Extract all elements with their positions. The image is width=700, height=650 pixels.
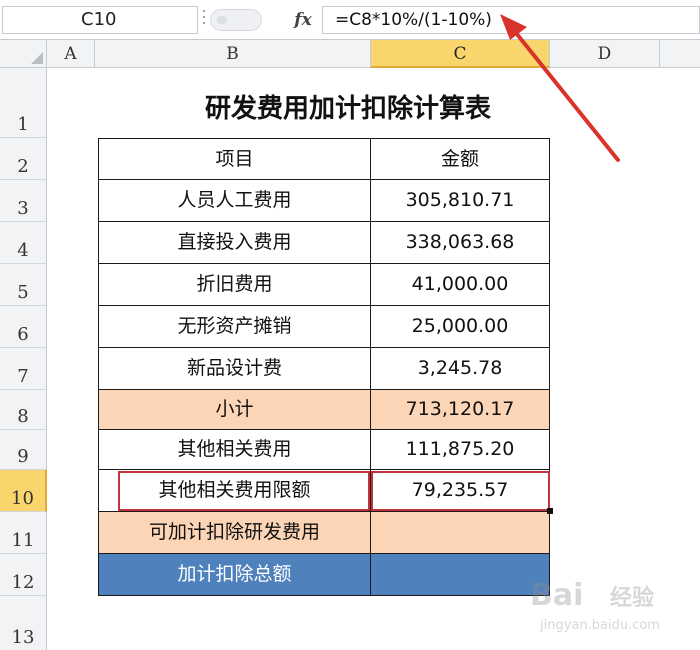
item-value-cell[interactable]: 305,810.71: [371, 180, 550, 222]
row-header-5[interactable]: 5: [0, 264, 47, 306]
name-box[interactable]: C10: [2, 6, 198, 34]
row-header-11[interactable]: 11: [0, 512, 47, 554]
column-header-c[interactable]: C: [371, 40, 550, 68]
column-header-blank: [660, 40, 700, 68]
row-header-10[interactable]: 10: [0, 470, 47, 512]
formula-input[interactable]: =C8*10%/(1-10%): [322, 6, 700, 34]
row-header-13[interactable]: 13: [0, 596, 47, 650]
header-item-cell[interactable]: 项目: [98, 138, 371, 180]
row-header-9[interactable]: 9: [0, 430, 47, 470]
name-box-resize-handle[interactable]: [200, 6, 208, 34]
item-label-cell[interactable]: 无形资产摊销: [98, 306, 371, 348]
item-value-cell[interactable]: 3,245.78: [371, 348, 550, 390]
header-amount-cell[interactable]: 金额: [371, 138, 550, 180]
row-header-3[interactable]: 3: [0, 180, 47, 222]
item-label-cell[interactable]: 其他相关费用: [98, 430, 371, 470]
row-header-12[interactable]: 12: [0, 554, 47, 596]
active-cell-highlight-box: [371, 471, 550, 511]
deductible-label-cell[interactable]: 可加计扣除研发费用: [98, 512, 371, 554]
total-value-cell[interactable]: [371, 554, 550, 596]
expand-handle-icon: [217, 16, 227, 24]
row-header-4[interactable]: 4: [0, 222, 47, 264]
row-header-2[interactable]: 2: [0, 138, 47, 180]
item-value-cell[interactable]: 111,875.20: [371, 430, 550, 470]
item-label-cell[interactable]: 直接投入费用: [98, 222, 371, 264]
watermark-suffix: 经验: [610, 586, 655, 611]
select-all-triangle-icon: [31, 52, 43, 64]
item-value-cell[interactable]: 41,000.00: [371, 264, 550, 306]
row-header-6[interactable]: 6: [0, 306, 47, 348]
sheet-title: 研发费用加计扣除计算表: [204, 94, 491, 124]
insert-function-icon[interactable]: fx: [288, 8, 318, 32]
baidu-jingyan-watermark: Bai 经验 jingyan.baidu.com: [530, 572, 680, 642]
deductible-value-cell[interactable]: [371, 512, 550, 554]
column-header-b[interactable]: B: [95, 40, 371, 68]
total-label-cell[interactable]: 加计扣除总额: [98, 554, 371, 596]
subtotal-value-cell[interactable]: 713,120.17: [371, 390, 550, 430]
row-header-8[interactable]: 8: [0, 390, 47, 430]
row-header-1[interactable]: 1: [0, 68, 47, 138]
fill-handle[interactable]: [547, 508, 553, 514]
row-header-7[interactable]: 7: [0, 348, 47, 390]
column-header-a[interactable]: A: [47, 40, 95, 68]
item-label-cell[interactable]: 折旧费用: [98, 264, 371, 306]
item-label-cell[interactable]: 人员人工费用: [98, 180, 371, 222]
item-value-cell[interactable]: 338,063.68: [371, 222, 550, 264]
item-label-cell[interactable]: 新品设计费: [98, 348, 371, 390]
annotation-highlight-box: [118, 471, 370, 511]
item-value-cell[interactable]: 25,000.00: [371, 306, 550, 348]
watermark-url: jingyan.baidu.com: [540, 618, 660, 633]
watermark-brand: Bai: [530, 578, 584, 613]
subtotal-label-cell[interactable]: 小计: [98, 390, 371, 430]
column-header-d[interactable]: D: [550, 40, 660, 68]
